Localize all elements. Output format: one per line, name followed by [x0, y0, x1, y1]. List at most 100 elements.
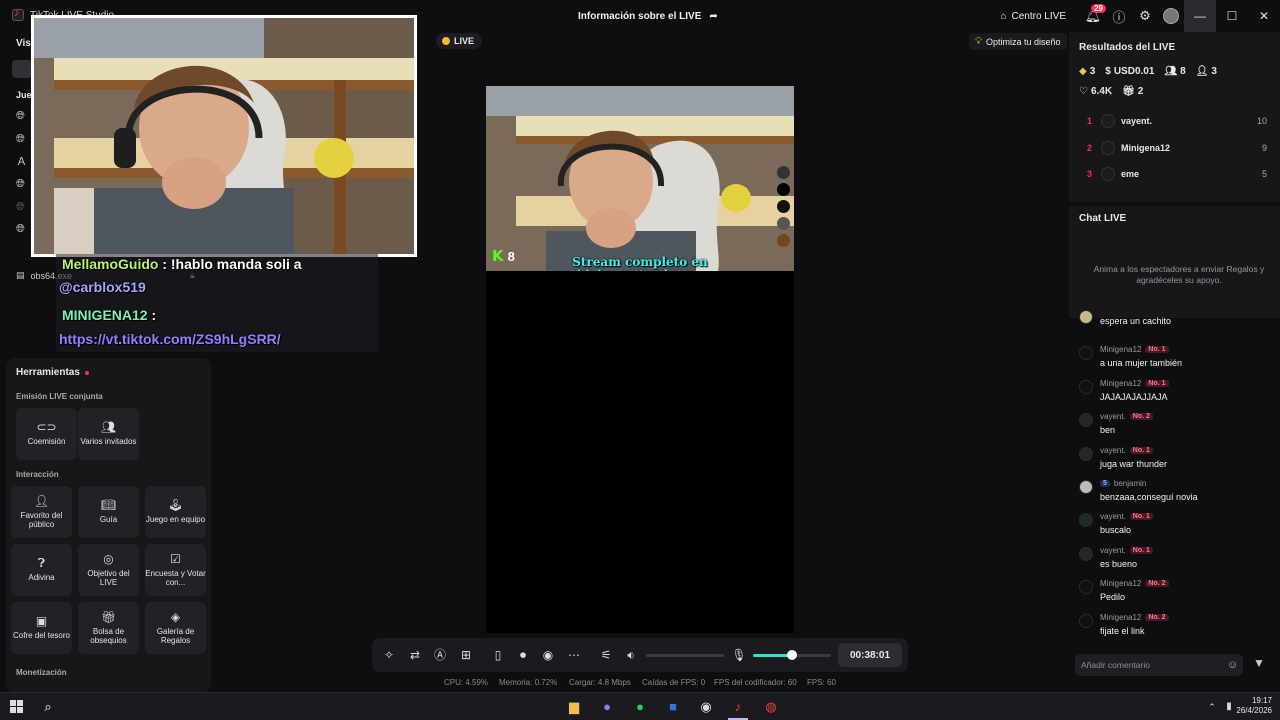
sliders-icon[interactable]: ⚟	[598, 647, 614, 663]
notification-count-badge: 29	[1091, 4, 1106, 13]
phone-icon[interactable]: ▯	[490, 647, 506, 663]
chat-username[interactable]: vayent.	[1100, 512, 1126, 521]
magic-wand-icon[interactable]: ✧	[381, 647, 397, 663]
chat-message[interactable]: vayent. No. 1 juga war thunder	[1079, 446, 1274, 476]
chat-message[interactable]: 5 benjamin benzaaa,conseguí novia	[1079, 479, 1274, 509]
chat-message[interactable]: Minigena12 No. 2 Pedilo	[1079, 579, 1274, 609]
chat-message-header: Minigena12 No. 1	[1100, 379, 1169, 388]
globe-icon[interactable]: 🌐︎	[16, 201, 28, 213]
ranking-row[interactable]: 1 vayent. 10	[1087, 111, 1267, 131]
effects-icon[interactable]: Ⓐ	[432, 647, 448, 663]
system-clock[interactable]: 19:17 26/4/2026	[1236, 696, 1272, 717]
chat-message[interactable]: Minigena12 No. 1 a una mujer también	[1079, 345, 1274, 375]
chat-username[interactable]: vayent.	[1100, 446, 1126, 455]
spotify-icon[interactable]: ●	[631, 698, 649, 716]
gift-bag-icon: 🎁︎	[100, 609, 117, 624]
chat-message[interactable]: Minigena12 No. 2 fijate el link	[1079, 613, 1274, 643]
gifts-stat: 🎁︎ 2	[1122, 86, 1143, 97]
scene-selector[interactable]	[12, 60, 32, 78]
roblox-icon[interactable]: ■	[664, 698, 682, 716]
chat-username[interactable]: vayent.	[1100, 546, 1126, 555]
globe-icon[interactable]: 🌐︎	[16, 133, 28, 145]
chat-username[interactable]: Minigena12	[1100, 613, 1141, 622]
tiktok-live-studio-icon[interactable]: ♪	[729, 698, 747, 716]
followers-stat: 👤︎ 3	[1196, 66, 1217, 77]
chat-message[interactable]: vayent. No. 1 es bueno	[1079, 546, 1274, 576]
chat-message[interactable]: vayent. No. 2 ben	[1079, 412, 1274, 442]
microphone-icon[interactable]: 🎙︎	[731, 647, 747, 663]
windows-start-icon[interactable]	[10, 700, 23, 713]
add-source-icon[interactable]: ⊞	[458, 647, 474, 663]
user-star-icon: 👤︎	[33, 493, 50, 508]
speaker-icon[interactable]: 🔉︎	[623, 647, 639, 663]
guia-button[interactable]: 📖︎ Guía	[78, 486, 139, 538]
filter-icon[interactable]: ▼	[1253, 656, 1265, 670]
profile-button[interactable]	[1158, 3, 1184, 29]
rank-score: 9	[1261, 143, 1267, 153]
live-status-chip[interactable]: LIVE	[436, 33, 483, 49]
live-preview[interactable]: K 8 Stream completo en kick.com/soybenza	[486, 86, 794, 633]
chat-message[interactable]: vayent. No. 1 buscalo	[1079, 512, 1274, 542]
camera-icon[interactable]: ◉	[540, 647, 556, 663]
joystick-icon: 🕹︎	[167, 498, 184, 513]
globe-icon[interactable]: 🌐︎	[16, 223, 28, 235]
text-source-icon[interactable]: Ａ	[16, 156, 28, 168]
maximize-button[interactable]: ☐	[1216, 0, 1248, 32]
close-icon: ✕	[1258, 9, 1270, 23]
file-explorer-icon[interactable]: ▆	[565, 698, 583, 716]
share-icon: ➦	[709, 11, 718, 22]
tray-chevron-icon[interactable]: ⌃	[1203, 698, 1221, 716]
chat-username[interactable]: benjamin	[1114, 479, 1146, 488]
record-icon[interactable]: ⏺	[515, 647, 531, 663]
bolsa-button[interactable]: 🎁︎ Bolsa de obsequios	[78, 602, 139, 654]
varios-invitados-button[interactable]: 👥︎ Varios invitados	[78, 408, 139, 460]
obs-icon[interactable]: ◉	[697, 698, 715, 716]
chat-username[interactable]: Minigena12	[1100, 579, 1141, 588]
objetivo-button[interactable]: ◎ Objetivo del LIVE	[78, 544, 139, 596]
follower-icon: 👤︎	[1195, 66, 1209, 77]
swap-icon[interactable]: ⇄	[407, 647, 423, 663]
chrome-icon[interactable]: ◍	[762, 698, 780, 716]
avatar	[1079, 613, 1093, 628]
chat-message[interactable]: espera un cachito	[1079, 310, 1274, 346]
mic-volume-knob[interactable]	[787, 650, 797, 660]
encuesta-button[interactable]: ☑ Encuesta y Votar con...	[145, 544, 206, 596]
chat-username[interactable]: Minigena12	[1100, 379, 1141, 388]
windows-taskbar: ⌕ ▆ ● ● ■ ◉ ♪ ◍ ⌃ ▮ 19:17 26/4/2026	[0, 692, 1280, 720]
viewer-avatar	[777, 200, 790, 213]
more-icon[interactable]: ⋯	[566, 647, 582, 663]
help-button[interactable]: ⓘ	[1106, 3, 1132, 29]
globe-icon[interactable]: 🌐︎	[16, 178, 28, 190]
chat-username[interactable]: vayent.	[1100, 412, 1126, 421]
globe-icon[interactable]: 🌐︎	[16, 110, 28, 122]
heart-icon: ♡	[1079, 86, 1088, 97]
chat-message[interactable]: Minigena12 No. 1 JAJAJAJAJJAJA	[1079, 379, 1274, 409]
chat-username[interactable]: Minigena12	[1100, 345, 1141, 354]
optimize-layout-button[interactable]: 💡︎ Optimiza tu diseño	[969, 33, 1067, 50]
emoji-icon[interactable]: ☺	[1227, 659, 1238, 671]
juego-equipo-button[interactable]: 🕹︎ Juego en equipo	[145, 486, 206, 538]
favorito-button[interactable]: 👤︎ Favorito del público	[11, 486, 72, 538]
tool-label: Varios invitados	[80, 437, 137, 447]
live-info-button[interactable]: Información sobre el LIVE ➦	[578, 11, 718, 22]
viewer-rank-strip	[777, 166, 790, 247]
minimize-button[interactable]: —	[1184, 0, 1216, 32]
settings-button[interactable]: ⚙	[1132, 3, 1158, 29]
ranking-row[interactable]: 3 eme 5	[1087, 164, 1267, 184]
notifications-button[interactable]: 🔔︎ 29	[1080, 3, 1106, 29]
close-button[interactable]: ✕	[1248, 0, 1280, 32]
galeria-button[interactable]: ◈ Galería de Regalos	[145, 602, 206, 654]
centro-live-button[interactable]: ⌂ Centro LIVE	[1000, 11, 1066, 22]
avatar	[1079, 446, 1093, 461]
battery-icon[interactable]: ▮	[1220, 698, 1238, 716]
adivina-button[interactable]: ❓︎ Adivina	[11, 544, 72, 596]
webcam-overlay[interactable]	[31, 15, 417, 257]
search-icon[interactable]: ⌕	[39, 698, 57, 716]
speaker-volume-slider[interactable]	[646, 654, 724, 657]
cofre-button[interactable]: ▣ Cofre del tesoro	[11, 602, 72, 654]
discord-icon[interactable]: ●	[598, 698, 616, 716]
comment-input[interactable]: Añadir comentario	[1075, 654, 1243, 676]
ranking-row[interactable]: 2 Minigena12 9	[1087, 138, 1267, 158]
coemision-button[interactable]: ⊂⊃ Coemisión	[16, 408, 77, 460]
diamond-icon: ◆	[1079, 66, 1087, 77]
